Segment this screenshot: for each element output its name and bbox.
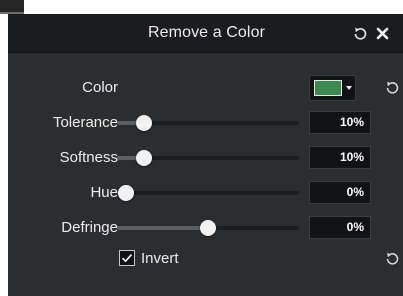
hue-label: Hue — [90, 184, 118, 201]
tolerance-slider[interactable] — [117, 115, 299, 131]
chevron-down-icon — [346, 86, 352, 90]
invert-label: Invert — [141, 250, 179, 267]
panel-header: Remove a Color — [8, 14, 403, 53]
softness-slider-thumb[interactable] — [136, 150, 152, 166]
tolerance-label: Tolerance — [52, 114, 118, 131]
defringe-label: Defringe — [61, 219, 118, 236]
hue-slider[interactable] — [117, 185, 299, 201]
color-label: Color — [82, 79, 118, 96]
softness-slider[interactable] — [117, 150, 299, 166]
close-icon[interactable] — [375, 26, 390, 41]
color-reset-icon[interactable] — [384, 79, 401, 96]
defringe-value-field[interactable]: 0% — [309, 216, 371, 239]
invert-row: Invert — [8, 244, 403, 274]
invert-reset-icon[interactable] — [384, 250, 401, 267]
softness-value-field[interactable]: 10% — [309, 146, 371, 169]
softness-row: Softness 10% — [8, 143, 403, 173]
softness-label: Softness — [59, 149, 118, 166]
remove-color-panel: Remove a Color Color Tolerance 10% Softn… — [8, 14, 403, 296]
tolerance-row: Tolerance 10% — [8, 108, 403, 138]
defringe-slider-fill — [117, 226, 208, 230]
color-row: Color — [8, 73, 403, 103]
defringe-slider-thumb[interactable] — [200, 220, 216, 236]
invert-checkbox[interactable] — [119, 250, 135, 266]
hue-slider-thumb[interactable] — [118, 185, 134, 201]
panel-title: Remove a Color — [148, 24, 266, 41]
hue-value-field[interactable]: 0% — [309, 181, 371, 204]
defringe-slider[interactable] — [117, 220, 299, 236]
checkmark-icon — [121, 254, 133, 263]
hue-row: Hue 0% — [8, 178, 403, 208]
defringe-row: Defringe 0% — [8, 213, 403, 243]
window-edge — [0, 0, 24, 14]
tolerance-value-field[interactable]: 10% — [309, 111, 371, 134]
color-picker-button[interactable] — [309, 75, 356, 101]
reset-icon[interactable] — [352, 25, 369, 42]
color-swatch — [314, 80, 342, 96]
tolerance-slider-thumb[interactable] — [136, 115, 152, 131]
